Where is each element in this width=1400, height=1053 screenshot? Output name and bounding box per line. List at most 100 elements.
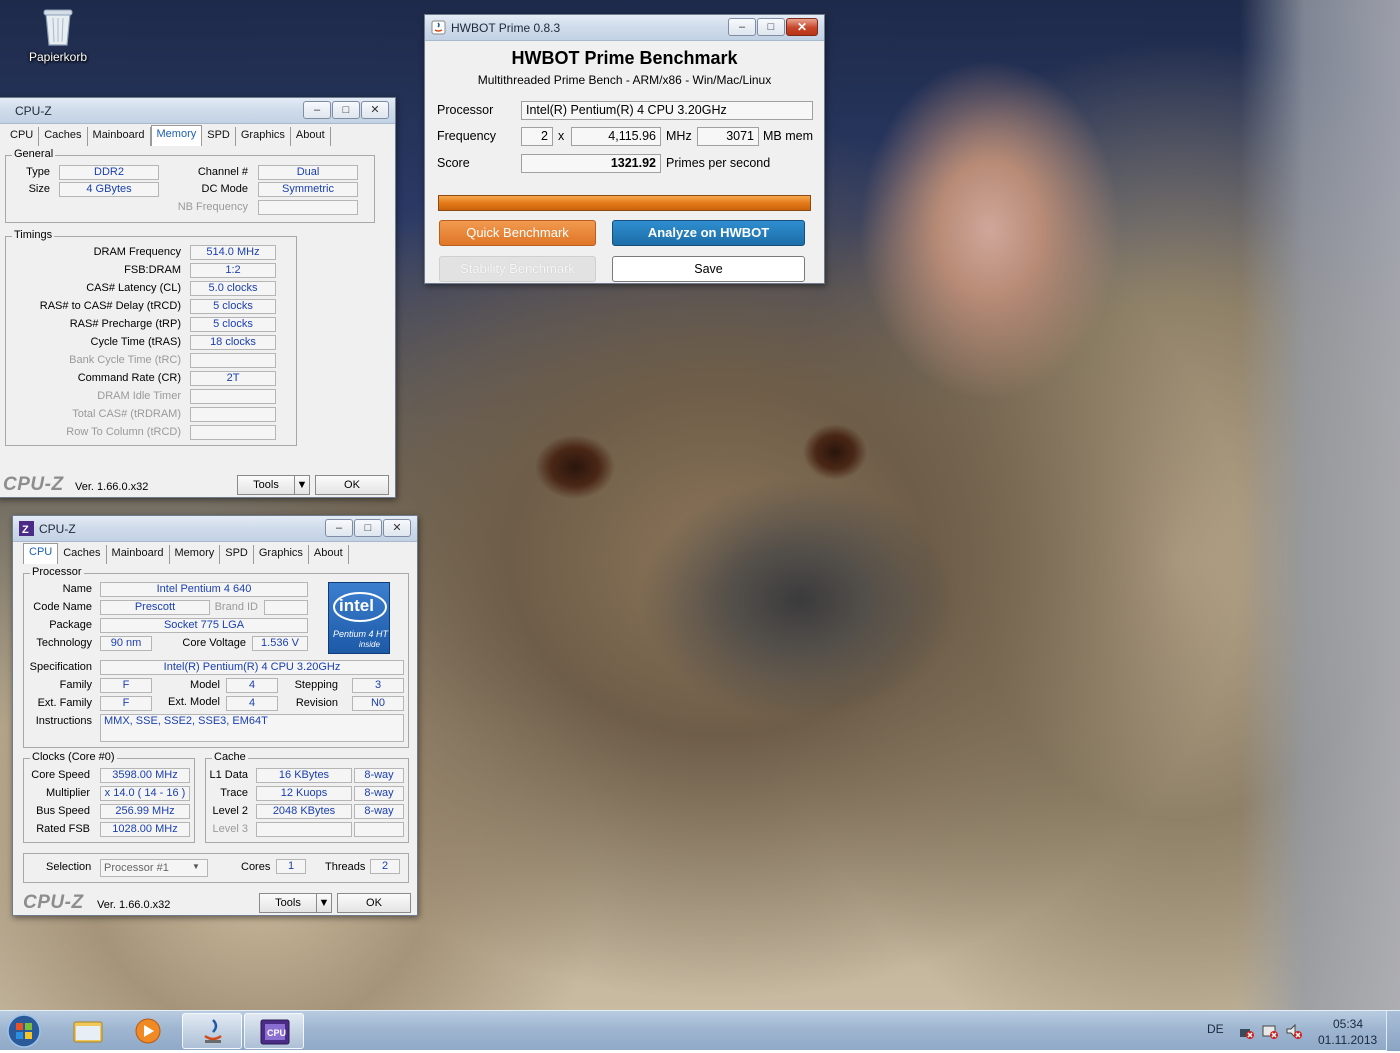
cpuz-memory-titlebar[interactable]: CPU-Z – □ ✕ xyxy=(0,98,395,124)
cpuz-app-icon: Z xyxy=(19,521,34,536)
brandid-value xyxy=(264,600,308,615)
times-sign: x xyxy=(558,129,565,143)
chevron-down-icon: ▼ xyxy=(192,862,200,871)
hwbot-window-title: HWBOT Prime 0.8.3 xyxy=(451,21,561,35)
cpuz-memory-window: CPU-Z – □ ✕ CPU Caches Mainboard Memory … xyxy=(0,97,396,498)
close-button[interactable]: ✕ xyxy=(786,18,818,36)
trace-value: 12 Kuops xyxy=(256,786,352,801)
chevron-down-icon: ▼ xyxy=(296,479,308,491)
memory-field[interactable]: 3071 xyxy=(697,127,759,146)
maximize-button[interactable]: □ xyxy=(332,101,360,119)
package-value: Socket 775 LGA xyxy=(100,618,308,633)
tab-caches[interactable]: Caches xyxy=(39,127,88,146)
tab-graphics[interactable]: Graphics xyxy=(254,545,309,564)
ok-button[interactable]: OK xyxy=(315,475,389,495)
taskbar-java[interactable] xyxy=(182,1013,242,1049)
clock-time[interactable]: 05:34 xyxy=(1333,1017,1363,1031)
maximize-button[interactable]: □ xyxy=(757,18,785,36)
taskbar-explorer[interactable] xyxy=(58,1013,118,1049)
cores-field[interactable]: 2 xyxy=(521,127,553,146)
ok-button[interactable]: OK xyxy=(337,893,411,913)
maximize-icon: □ xyxy=(364,522,372,534)
tab-mainboard[interactable]: Mainboard xyxy=(107,545,170,564)
timing-value xyxy=(190,407,276,422)
timing-label: Command Rate (CR) xyxy=(77,372,181,384)
timing-value: 18 clocks xyxy=(190,335,276,350)
tab-about[interactable]: About xyxy=(309,545,349,564)
minimize-button[interactable]: – xyxy=(325,519,353,537)
tab-cpu[interactable]: CPU xyxy=(23,543,59,564)
quick-benchmark-button[interactable]: Quick Benchmark xyxy=(439,220,596,246)
clocks-group: Clocks (Core #0) Core Speed 3598.00 MHz … xyxy=(23,751,195,843)
timing-value: 5.0 clocks xyxy=(190,281,276,296)
tab-spd[interactable]: SPD xyxy=(202,127,236,146)
timing-label: Total CAS# (tRDRAM) xyxy=(72,408,181,420)
tab-mainboard[interactable]: Mainboard xyxy=(88,127,151,146)
timing-label: RAS# Precharge (tRP) xyxy=(69,318,181,330)
codename-label: Code Name xyxy=(33,601,92,613)
brandid-label: Brand ID xyxy=(214,601,258,613)
timing-value: 5 clocks xyxy=(190,317,276,332)
intel-logo-inside: inside xyxy=(359,640,380,649)
show-desktop-button[interactable] xyxy=(1386,1011,1400,1051)
tools-button[interactable]: Tools xyxy=(237,475,295,495)
name-label: Name xyxy=(62,583,92,595)
tab-about[interactable]: About xyxy=(291,127,331,146)
cpuz-brand: CPU-Z xyxy=(3,474,64,495)
cpuz-cpu-titlebar[interactable]: Z CPU-Z – □ ✕ xyxy=(13,516,417,542)
save-button[interactable]: Save xyxy=(612,256,805,282)
volume-icon[interactable] xyxy=(1286,1023,1302,1039)
recycle-bin-shortcut[interactable]: Papierkorb xyxy=(22,6,94,64)
timing-value: 514.0 MHz xyxy=(190,245,276,260)
timings-group-title: Timings xyxy=(12,229,55,241)
cpuz-version: Ver. 1.66.0.x32 xyxy=(97,899,171,911)
tools-button[interactable]: Tools xyxy=(259,893,317,913)
media-player-icon xyxy=(135,1018,161,1044)
multiplier-label: Multiplier xyxy=(45,787,90,799)
revision-label: Revision xyxy=(295,697,338,709)
l1-way: 8-way xyxy=(354,768,404,783)
package-label: Package xyxy=(49,619,92,631)
revision-value: N0 xyxy=(352,696,404,711)
tab-spd[interactable]: SPD xyxy=(220,545,254,564)
network-icon[interactable] xyxy=(1238,1023,1254,1039)
clock-date[interactable]: 01.11.2013 xyxy=(1318,1033,1377,1047)
nbfreq-value xyxy=(258,200,358,215)
tab-caches[interactable]: Caches xyxy=(58,545,107,564)
analyze-on-hwbot-button[interactable]: Analyze on HWBOT xyxy=(612,220,805,246)
minimize-button[interactable]: – xyxy=(728,18,756,36)
minimize-button[interactable]: – xyxy=(303,101,331,119)
tab-graphics[interactable]: Graphics xyxy=(236,127,291,146)
corevoltage-label: Core Voltage xyxy=(182,637,246,649)
timing-label: Row To Column (tRCD) xyxy=(66,426,181,438)
tools-dropdown-button[interactable]: ▼ xyxy=(294,475,310,495)
type-label: Type xyxy=(26,166,50,178)
timing-label: CAS# Latency (CL) xyxy=(86,282,181,294)
tab-memory[interactable]: Memory xyxy=(170,545,221,564)
dcmode-label: DC Mode xyxy=(201,183,248,195)
tab-cpu[interactable]: CPU xyxy=(5,127,40,146)
close-button[interactable]: ✕ xyxy=(361,101,389,119)
frequency-field[interactable]: 4,115.96 xyxy=(571,127,661,146)
timing-value: 1:2 xyxy=(190,263,276,278)
processor-field[interactable]: Intel(R) Pentium(R) 4 CPU 3.20GHz xyxy=(521,101,813,120)
maximize-button[interactable]: □ xyxy=(354,519,382,537)
language-indicator[interactable]: DE xyxy=(1207,1022,1224,1036)
trace-way: 8-way xyxy=(354,786,404,801)
tools-dropdown-button[interactable]: ▼ xyxy=(316,893,332,913)
dcmode-value: Symmetric xyxy=(258,182,358,197)
close-button[interactable]: ✕ xyxy=(383,519,411,537)
svg-text:CPU: CPU xyxy=(267,1028,286,1038)
stability-benchmark-button[interactable]: Stability Benchmark xyxy=(439,256,596,282)
tab-memory[interactable]: Memory xyxy=(150,125,203,146)
taskbar-cpuz[interactable]: CPU xyxy=(244,1013,304,1049)
timing-label: Bank Cycle Time (tRC) xyxy=(69,354,181,366)
start-button[interactable] xyxy=(2,1013,46,1049)
intel-logo-sub: Pentium 4 HT xyxy=(333,629,389,639)
taskbar-media-player[interactable] xyxy=(118,1013,178,1049)
score-field[interactable]: 1321.92 xyxy=(521,154,661,173)
timing-label: FSB:DRAM xyxy=(124,264,181,276)
action-center-icon[interactable] xyxy=(1262,1023,1278,1039)
hwbot-titlebar[interactable]: HWBOT Prime 0.8.3 – □ ✕ xyxy=(425,15,824,41)
cpuz-icon: CPU xyxy=(260,1019,290,1045)
